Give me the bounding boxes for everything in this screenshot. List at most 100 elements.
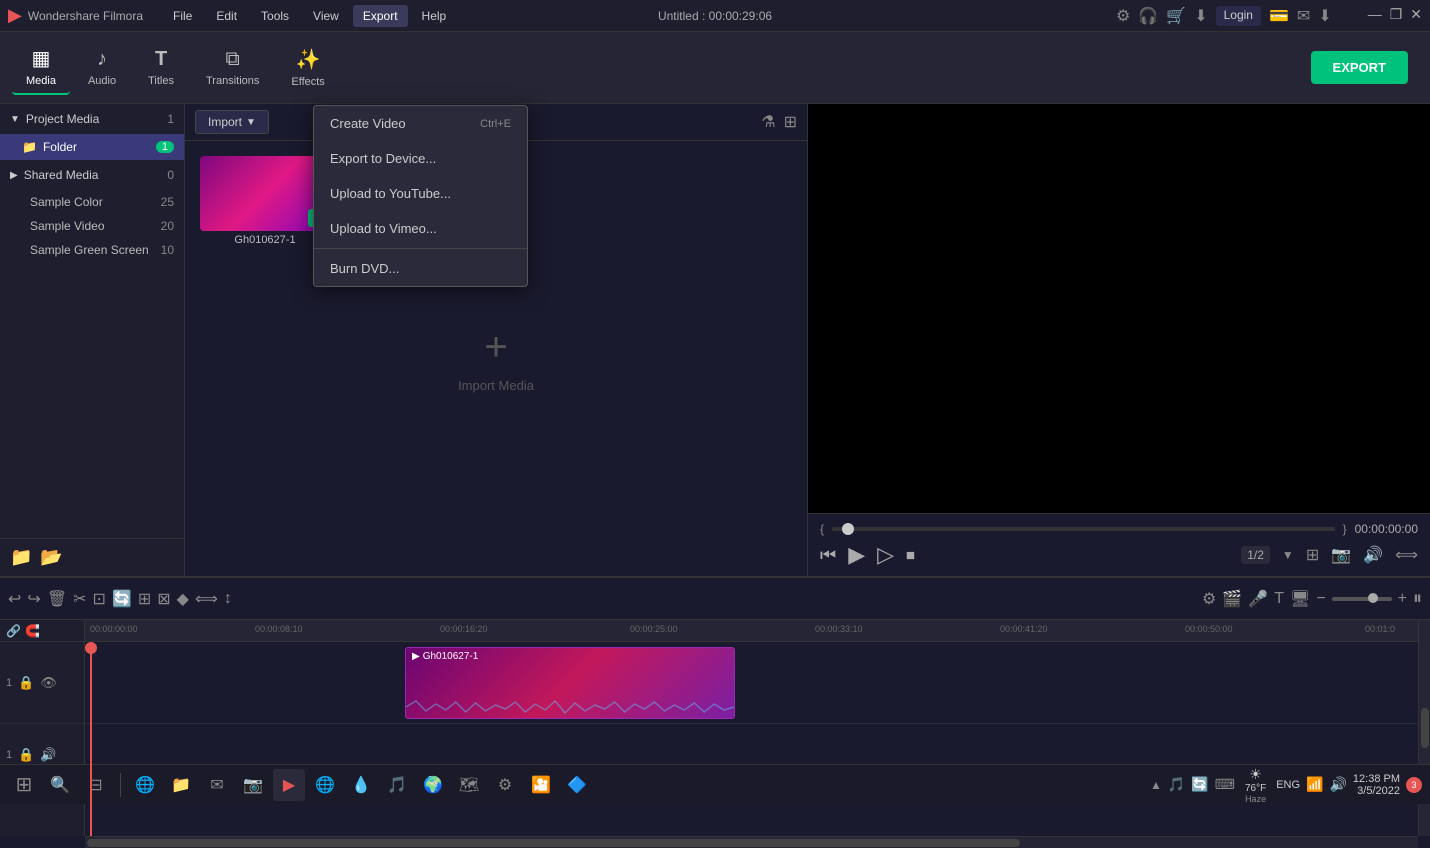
magnet-icon[interactable]: 🧲 [25,624,40,638]
delete-icon[interactable]: 🗑 [47,589,67,609]
zoom-in-icon[interactable]: + [1398,590,1407,608]
speed-icon[interactable]: 🔄 [112,589,132,609]
audio-track-volume-icon[interactable]: 🔊 [40,747,56,763]
menu-file[interactable]: File [163,5,202,27]
sample-green-screen-item[interactable]: Sample Green Screen 10 [0,238,184,262]
shared-media-header[interactable]: ▶ Shared Media 0 [0,160,184,190]
timeline-settings-icon[interactable]: ⚙ [1202,589,1216,609]
notification-badge[interactable]: 3 [1406,777,1422,793]
start-icon[interactable]: ⊞ [8,769,40,801]
timeline-mic-icon[interactable]: 🎤 [1248,589,1268,609]
taskbar-filmora-icon[interactable]: ▶ [273,769,305,801]
minimize-button[interactable]: — [1368,6,1382,26]
timeline-hscrollbar[interactable] [85,836,1418,848]
marker-icon[interactable]: ◆ [177,589,189,609]
tray-volume-icon[interactable]: 🔊 [1329,776,1346,793]
stop-button[interactable]: ⏹ [906,545,915,566]
tray-keyboard-icon[interactable]: ⌨ [1215,776,1235,793]
taskbar-camera-icon[interactable]: 📷 [237,769,269,801]
taskbar-vlc-icon[interactable]: 🎦 [525,769,557,801]
zoom-slider[interactable] [1332,597,1392,601]
taskbar-maps-icon[interactable]: 🗺 [453,769,485,801]
timeline-display-icon[interactable]: 🖥 [1290,589,1310,609]
redo-icon[interactable]: ↪ [27,589,40,609]
tray-expand-icon[interactable]: ▲ [1150,778,1162,792]
tray-music-icon[interactable]: 🎵 [1168,776,1185,793]
video-clip[interactable]: ▶ Gh010627-1 [405,647,735,719]
snapshot-icon[interactable]: 📷 [1331,545,1351,565]
project-media-header[interactable]: ▼ Project Media 1 [0,104,184,134]
zoom-out-icon[interactable]: − [1316,590,1325,608]
delete-item-icon[interactable]: 📂 [40,547,62,568]
preview-slider[interactable] [832,527,1335,531]
cart-icon[interactable]: 🛒 [1166,6,1186,26]
tray-sync-icon[interactable]: 🔄 [1191,776,1208,793]
crop-icon[interactable]: ⊡ [93,589,106,609]
taskbar-mail-icon[interactable]: ✉ [201,769,233,801]
new-folder-icon[interactable]: 📁 [10,547,32,568]
playhead[interactable] [90,642,92,836]
export-to-device[interactable]: Export to Device... [314,141,527,176]
download2-icon[interactable]: ⬇ [1318,6,1331,26]
mail-icon[interactable]: ✉ [1297,6,1310,26]
timeline-clip-icon[interactable]: 🎬 [1222,589,1242,609]
taskbar-ie-icon[interactable]: 🌐 [129,769,161,801]
video-track-eye-icon[interactable]: 👁 [40,675,57,691]
close-button[interactable]: ✕ [1410,6,1422,26]
menu-edit[interactable]: Edit [206,5,247,27]
menu-export[interactable]: Export [353,5,408,27]
menu-help[interactable]: Help [412,5,457,27]
pause-icon[interactable]: ⏸ [1413,588,1422,609]
taskbar-dropbox-icon[interactable]: 💧 [345,769,377,801]
audio-detach-icon[interactable]: ↕ [224,590,232,608]
sample-video-item[interactable]: Sample Video 20 [0,214,184,238]
upload-youtube[interactable]: Upload to YouTube... [314,176,527,211]
burn-dvd[interactable]: Burn DVD... [314,251,527,286]
audio-track-lock-icon[interactable]: 🔒 [18,747,34,763]
card-icon[interactable]: 💳 [1269,6,1289,26]
taskbar-browser-icon[interactable]: 🌍 [417,769,449,801]
sample-color-item[interactable]: Sample Color 25 [0,190,184,214]
toolbar-audio[interactable]: ♪ Audio [74,42,130,93]
stabilize-icon[interactable]: ⟺ [195,589,218,609]
upload-vimeo[interactable]: Upload to Vimeo... [314,211,527,246]
taskbar-edge-icon[interactable]: 🌐 [309,769,341,801]
timeline-text-icon[interactable]: T [1274,590,1284,608]
export-button[interactable]: EXPORT [1311,51,1408,84]
time-display[interactable]: 12:38 PM 3/5/2022 [1353,773,1400,797]
taskbar-app-icon[interactable]: 🔷 [561,769,593,801]
headset-icon[interactable]: 🎧 [1138,6,1158,26]
login-btn[interactable]: Login [1216,6,1261,26]
tray-lang[interactable]: ENG [1276,779,1300,791]
volume-icon[interactable]: 🔊 [1363,545,1383,565]
toolbar-titles[interactable]: T Titles [134,42,188,93]
search-taskbar-icon[interactable]: 🔍 [44,769,76,801]
import-button[interactable]: Import ▼ [195,110,269,134]
download-icon[interactable]: ⬇ [1194,6,1207,26]
cut-icon[interactable]: ✂ [73,589,86,609]
taskview-icon[interactable]: ⊟ [80,769,112,801]
tray-wifi-icon[interactable]: 📶 [1306,776,1323,793]
weather-widget[interactable]: ☀ 76°F Haze [1245,766,1266,804]
toolbar-transitions[interactable]: ⧉ Transitions [192,42,273,93]
export-create-video[interactable]: Create Video Ctrl+E [314,106,527,141]
play-alt-icon[interactable]: ▷ [877,542,894,568]
toolbar-effects[interactable]: ✨ Effects [277,41,338,94]
link-icon[interactable]: 🔗 [6,624,21,638]
maximize-button[interactable]: ❐ [1390,6,1403,26]
filter-icon[interactable]: ⚗ [761,112,775,132]
fullscreen-icon[interactable]: ⊞ [1306,545,1319,565]
video-track-lock-icon[interactable]: 🔒 [18,675,34,691]
menu-tools[interactable]: Tools [251,5,299,27]
skip-back-icon[interactable]: ⏮ [820,545,836,566]
media-item[interactable]: ✓ Gh010627-1 [200,156,330,246]
split-view-icon[interactable]: ⟺ [1395,545,1418,565]
play-button[interactable]: ▶ [848,542,865,568]
freeze-icon[interactable]: ⊠ [157,589,170,609]
grid-view-icon[interactable]: ⊞ [784,112,797,132]
taskbar-settings-icon[interactable]: ⚙ [489,769,521,801]
settings-icon[interactable]: ⚙ [1116,6,1130,26]
split-icon[interactable]: ⊞ [138,589,151,609]
taskbar-folder-icon[interactable]: 📁 [165,769,197,801]
toolbar-media[interactable]: ▦ Media [12,40,70,95]
